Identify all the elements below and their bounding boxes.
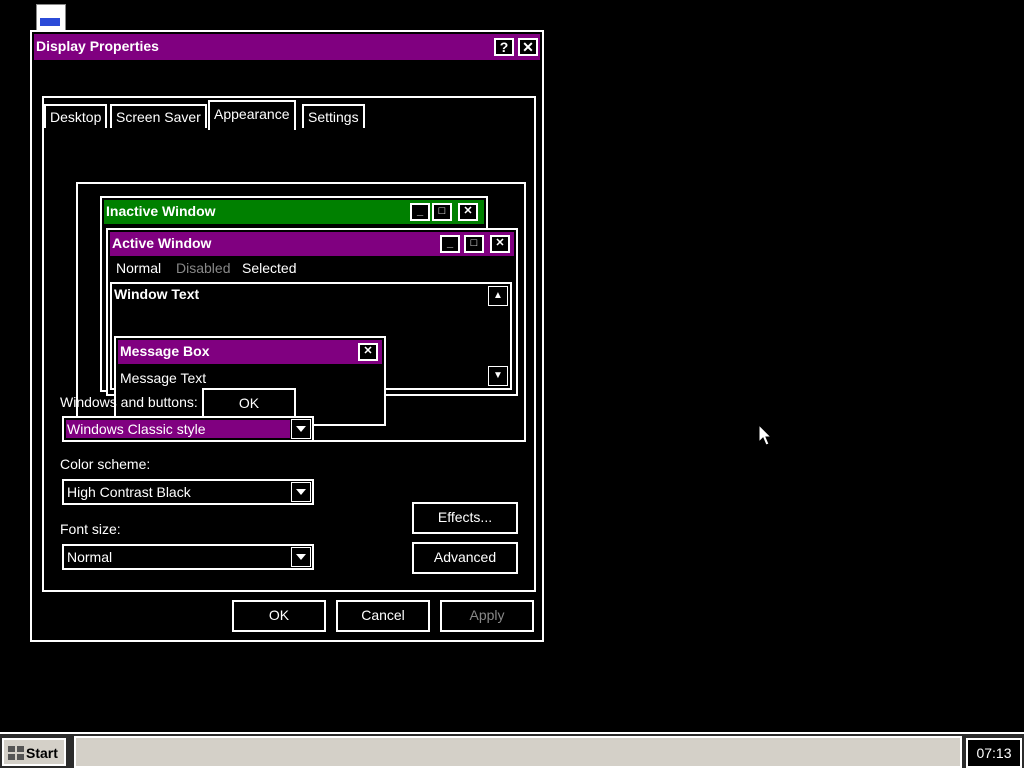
close-icon: ✕ [490, 235, 510, 253]
tab-appearance[interactable]: Appearance [208, 100, 296, 130]
menu-normal: Normal [116, 260, 162, 276]
cancel-button[interactable]: Cancel [336, 600, 430, 632]
apply-button[interactable]: Apply [440, 600, 534, 632]
color-scheme-value: High Contrast Black [67, 484, 191, 500]
inactive-window-title: Inactive Window [106, 203, 216, 219]
message-box-preview: Message Box ✕ Message Text OK [114, 336, 386, 426]
close-icon: ✕ [522, 39, 534, 55]
message-box-title: Message Box [120, 343, 210, 359]
dialog-title-bar[interactable]: Display Properties ? ✕ [34, 34, 540, 60]
message-text: Message Text [120, 370, 207, 386]
windows-buttons-select[interactable]: Windows Classic style [62, 416, 314, 442]
mouse-cursor-icon [758, 424, 773, 446]
start-button[interactable]: Start [2, 738, 66, 766]
windows-buttons-label: Windows and buttons: [60, 394, 198, 410]
color-scheme-label: Color scheme: [60, 456, 151, 472]
minimize-icon: _ [410, 203, 430, 221]
start-label: Start [26, 745, 58, 761]
dialog-title: Display Properties [36, 38, 159, 54]
color-scheme-select[interactable]: High Contrast Black [62, 479, 314, 505]
font-size-select[interactable]: Normal [62, 544, 314, 570]
clock-text: 07:13 [976, 745, 1012, 761]
system-tray-clock[interactable]: 07:13 [966, 738, 1022, 768]
font-size-value: Normal [67, 549, 113, 565]
display-properties-dialog: Display Properties ? ✕ Inactive Window _… [30, 30, 544, 642]
help-button[interactable]: ? [494, 38, 514, 56]
tab-panel-appearance: Inactive Window _ □ ✕ Active Window _ □ … [42, 96, 536, 592]
maximize-icon: □ [432, 203, 452, 221]
maximize-icon: □ [464, 235, 484, 253]
windows-logo-icon [8, 746, 24, 760]
menu-disabled: Disabled [176, 260, 231, 276]
minimize-icon: _ [440, 235, 460, 253]
window-text: Window Text [114, 286, 200, 302]
tab-screen-saver[interactable]: Screen Saver [110, 104, 207, 128]
active-window-title: Active Window [112, 235, 212, 251]
document-icon[interactable] [34, 2, 66, 32]
chevron-down-icon[interactable] [291, 482, 311, 502]
inactive-title-bar: Inactive Window _ □ ✕ [104, 200, 484, 224]
message-box-title-bar: Message Box ✕ [118, 340, 382, 364]
scroll-up-icon: ▲ [488, 286, 508, 306]
close-button[interactable]: ✕ [518, 38, 538, 56]
advanced-button[interactable]: Advanced [412, 542, 518, 574]
taskbar: Start 07:13 [0, 732, 1024, 768]
tab-settings[interactable]: Settings [302, 104, 365, 128]
windows-buttons-value: Windows Classic style [66, 420, 290, 438]
tab-desktop[interactable]: Desktop [44, 104, 108, 128]
scroll-down-icon: ▼ [488, 366, 508, 386]
taskbar-task-area[interactable] [74, 736, 962, 768]
font-size-label: Font size: [60, 521, 121, 537]
chevron-down-icon[interactable] [291, 419, 311, 439]
menu-selected: Selected [242, 260, 297, 276]
active-title-bar: Active Window _ □ ✕ [110, 232, 514, 256]
close-icon: ✕ [358, 343, 378, 361]
close-icon: ✕ [458, 203, 478, 221]
effects-button[interactable]: Effects... [412, 502, 518, 534]
ok-button[interactable]: OK [232, 600, 326, 632]
chevron-down-icon[interactable] [291, 547, 311, 567]
help-icon: ? [499, 39, 509, 55]
